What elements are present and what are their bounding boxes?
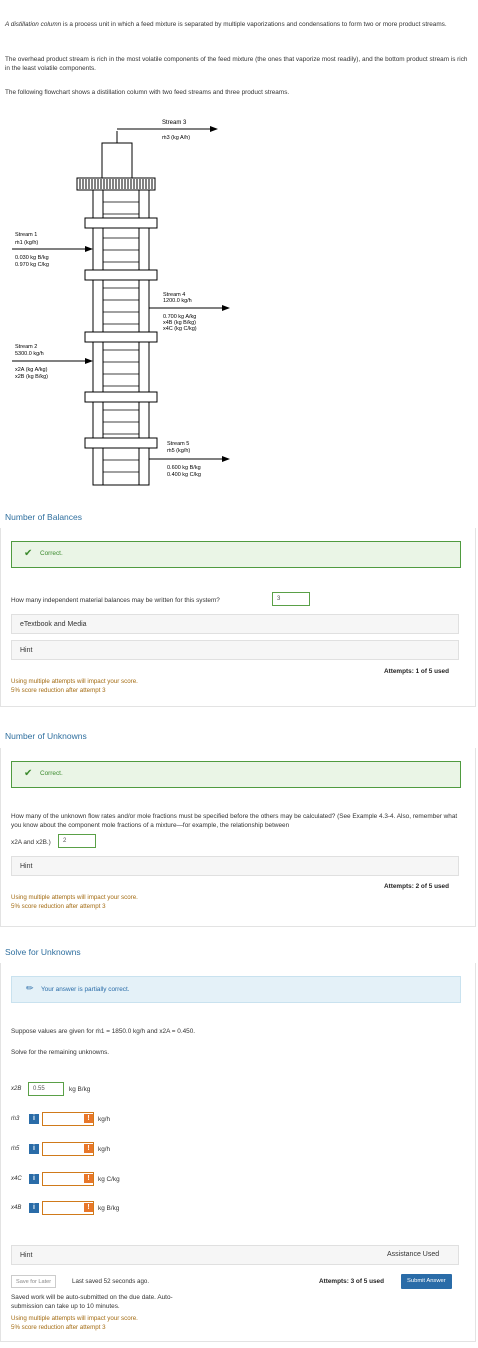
stream1-title: Stream 1: [15, 232, 37, 238]
info-icon[interactable]: i: [29, 1114, 39, 1124]
submit-answer-button[interactable]: Submit Answer: [401, 1274, 452, 1289]
stream2-comp-a: x2A (kg A/kg): [15, 367, 48, 373]
intro-paragraph-1: A distillation column is a process unit …: [5, 20, 473, 29]
warning-line-1: Using multiple attempts will impact your…: [11, 894, 138, 901]
question-end: x2A and x2B.): [11, 839, 51, 846]
stream1-comp-b: 0.030 kg B/kg: [15, 255, 49, 261]
stream5-flow: ṁ5 (kg/h): [167, 448, 190, 454]
save-for-later-button[interactable]: Save for Later: [11, 1275, 57, 1288]
unit-label: kg/h: [98, 1116, 111, 1123]
status-text: Your answer is partially correct.: [41, 986, 130, 993]
stream3-title: Stream 3: [162, 120, 187, 126]
attempts-warning: Using multiple attempts will impact your…: [11, 1315, 138, 1332]
var-label-x4b: x4B: [11, 1205, 22, 1211]
var-label-x4c: x4C: [11, 1176, 22, 1182]
stream1-flow: ṁ1 (kg/h): [15, 240, 38, 246]
warning-icon: !: [84, 1144, 93, 1153]
intro-text: is a process unit in which a feed mixtur…: [61, 21, 447, 28]
question-body: How many of the unknown flow rates and/o…: [11, 813, 458, 829]
attempts-count: Attempts: 2 of 5 used: [384, 883, 449, 890]
info-icon[interactable]: i: [29, 1174, 39, 1184]
attempts-warning: Using multiple attempts will impact your…: [11, 894, 138, 911]
var-label-m3: ṁ3: [11, 1116, 20, 1122]
intro-term: A distillation column: [5, 21, 62, 28]
x2b-input[interactable]: 0.55: [28, 1082, 64, 1096]
warning-icon: !: [84, 1203, 93, 1212]
warning-line-2: 5% score reduction after attempt 3: [11, 902, 106, 910]
intro-paragraph-3: The following flowchart shows a distilla…: [5, 89, 290, 96]
unknowns-answer-input[interactable]: 2: [58, 834, 96, 848]
unit-label: kg C/kg: [98, 1176, 120, 1183]
stream5-comp-b: 0.600 kg B/kg: [167, 465, 201, 471]
section-title-number-of-unknowns: Number of Unknowns: [5, 731, 87, 741]
balances-answer-input[interactable]: 3: [272, 592, 310, 606]
var-label-m5: ṁ5: [11, 1146, 20, 1152]
stream5-title: Stream 5: [167, 441, 189, 447]
status-text: Correct.: [40, 550, 63, 557]
hint-button[interactable]: Hint: [11, 640, 459, 660]
stream2-flow: 5300.0 kg/h: [15, 351, 44, 357]
attempts-count: Attempts: 3 of 5 used: [319, 1278, 384, 1285]
stream4-flow: 1200.0 kg/h: [163, 298, 192, 304]
stream4-comp-c: x4C (kg C/kg): [163, 326, 197, 332]
flowchart-diagram: Stream 3 ṁ3 (kg A/h) Stream 1 ṁ1 (kg/h) …: [12, 120, 230, 486]
stream2-comp-b: x2B (kg B/kg): [15, 374, 48, 380]
warning-line-1: Using multiple attempts will impact your…: [11, 1315, 138, 1322]
unit-label: kg B/kg: [98, 1205, 120, 1212]
stream1-comp-c: 0.970 kg C/kg: [15, 262, 49, 268]
solve-instruction: Solve for the remaining unknowns.: [11, 1049, 110, 1056]
unit-label: kg/h: [98, 1146, 111, 1153]
last-saved-text: Last saved 52 seconds ago.: [72, 1278, 150, 1285]
info-icon[interactable]: i: [29, 1203, 39, 1213]
warning-line-2: 5% score reduction after attempt 3: [11, 1323, 106, 1331]
warning-line-2: 5% score reduction after attempt 3: [11, 686, 106, 694]
correct-banner: ✔ Correct.: [11, 541, 461, 568]
partially-correct-banner: ✏ Your answer is partially correct.: [11, 976, 461, 1003]
auto-submit-line-2: submission can take up to 10 minutes.: [11, 1303, 120, 1310]
section-title-solve-for-unknowns: Solve for Unknowns: [5, 947, 81, 957]
auto-submit-note: Saved work will be auto-submitted on the…: [11, 1293, 173, 1311]
status-text: Correct.: [40, 770, 63, 777]
correct-banner: ✔ Correct.: [11, 761, 461, 788]
assistance-used-label: Assistance Used: [387, 1251, 440, 1258]
etextbook-media-button[interactable]: eTextbook and Media: [11, 614, 459, 634]
question-text: How many independent material balances m…: [11, 597, 220, 604]
warning-icon: !: [84, 1174, 93, 1183]
unit-label: kg B/kg: [69, 1086, 91, 1093]
stream2-title: Stream 2: [15, 344, 37, 350]
given-values-text: Suppose values are given for ṁ1 = 1850.0…: [11, 1028, 196, 1035]
question-text: How many of the unknown flow rates and/o…: [11, 812, 461, 830]
intro-paragraph-2: The overhead product stream is rich in t…: [5, 56, 468, 72]
stream5-comp-c: 0.400 kg C/kg: [167, 472, 201, 478]
section-title-number-of-balances: Number of Balances: [5, 512, 83, 522]
warning-line-1: Using multiple attempts will impact your…: [11, 678, 138, 685]
checkmark-icon: ✔: [24, 548, 33, 559]
attempts-count: Attempts: 1 of 5 used: [384, 668, 449, 675]
attempts-warning: Using multiple attempts will impact your…: [11, 678, 138, 695]
var-label-x2b: x2B: [11, 1086, 22, 1092]
auto-submit-line-1: Saved work will be auto-submitted on the…: [11, 1294, 173, 1301]
info-icon[interactable]: i: [29, 1144, 39, 1154]
hint-button[interactable]: Hint: [11, 856, 459, 876]
stream3-flow: ṁ3 (kg A/h): [162, 135, 190, 141]
pencil-icon: ✏: [26, 983, 34, 993]
warning-icon: !: [84, 1114, 93, 1123]
checkmark-icon: ✔: [24, 768, 33, 779]
